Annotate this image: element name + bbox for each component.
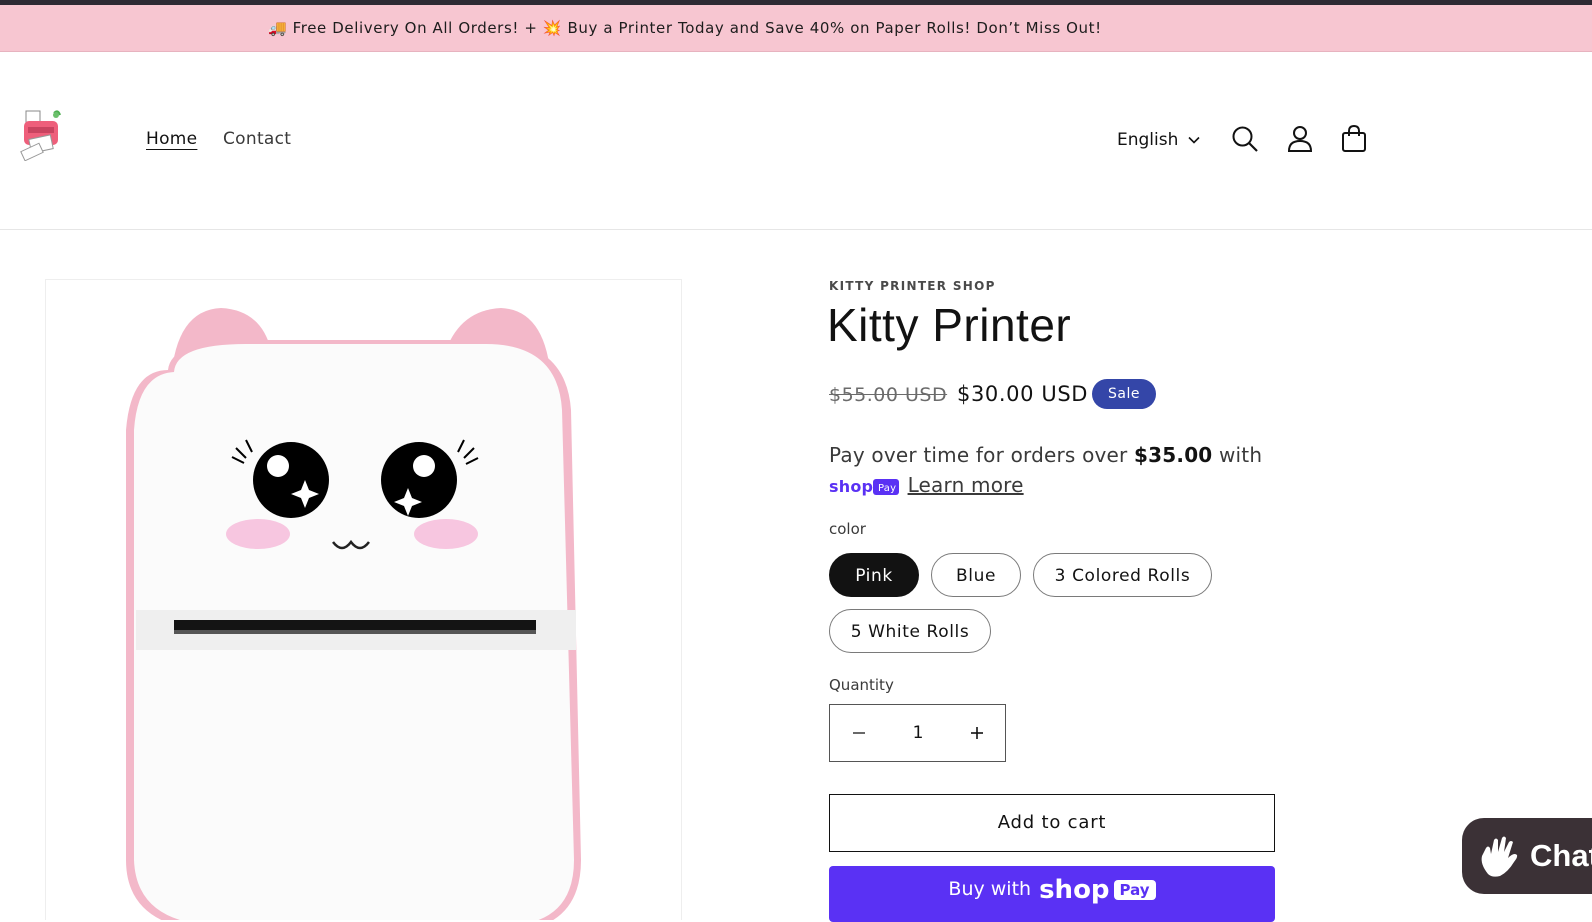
announcement-bar: 🚚 Free Delivery On All Orders! + 💥 Buy a… (0, 5, 1592, 52)
chevron-down-icon (1188, 136, 1200, 144)
quantity-label: Quantity (829, 676, 894, 694)
buy-now-prefix: Buy with (948, 878, 1032, 900)
language-label: English (1117, 130, 1179, 150)
store-logo[interactable] (18, 109, 64, 161)
product-title: Kitty Printer (827, 299, 1072, 351)
price-sale: $30.00 USD (957, 382, 1089, 406)
color-option-3-colored-rolls[interactable]: 3 Colored Rolls (1033, 553, 1212, 597)
waving-hand-icon (1481, 836, 1518, 877)
learn-more-link[interactable]: Learn more (908, 473, 1024, 497)
svg-text:shop: shop (829, 477, 873, 496)
quantity-input[interactable] (888, 705, 948, 761)
product-image[interactable] (46, 280, 681, 920)
installments-amount: $35.00 (1134, 443, 1213, 467)
nav-home-link[interactable]: Home (146, 129, 197, 149)
color-option-label: color (829, 520, 866, 538)
quantity-decrease-button[interactable] (830, 705, 888, 761)
site-header: Home Contact English (0, 51, 1592, 230)
plus-icon (971, 727, 983, 739)
installments-suffix: with (1212, 443, 1263, 467)
installments-message: Pay over time for orders over $35.00 wit… (829, 440, 1289, 500)
chat-widget-button[interactable]: Chat (1462, 818, 1592, 894)
chat-label: Chat (1530, 838, 1592, 873)
installments-prefix: Pay over time for orders over (829, 443, 1135, 467)
shop-pay-logo-icon: shop Pay (829, 477, 899, 496)
quantity-stepper (829, 704, 1006, 762)
search-icon[interactable] (1230, 124, 1260, 154)
nav-contact-link[interactable]: Contact (223, 129, 291, 149)
color-option-5-white-rolls[interactable]: 5 White Rolls (829, 609, 991, 653)
shop-brand-text: shop (1039, 875, 1110, 905)
language-selector[interactable]: English (1117, 130, 1200, 150)
color-option-pink[interactable]: Pink (829, 553, 919, 597)
product-vendor: KITTY PRINTER SHOP (829, 279, 996, 293)
shop-pay-brand: shop Pay (1039, 875, 1156, 905)
announcement-text: 🚚 Free Delivery On All Orders! + 💥 Buy a… (268, 19, 1102, 37)
pay-brand-tag: Pay (1113, 880, 1156, 900)
quantity-increase-button[interactable] (948, 705, 1006, 761)
sale-badge: Sale (1092, 379, 1156, 409)
account-icon[interactable] (1285, 124, 1315, 154)
product-image-gallery[interactable] (45, 279, 682, 920)
price-original: $55.00 USD (829, 384, 948, 406)
cart-icon[interactable] (1339, 124, 1369, 154)
svg-text:Pay: Pay (878, 483, 896, 494)
buy-with-shop-pay-button[interactable]: Buy with shop Pay (829, 866, 1275, 922)
color-option-blue[interactable]: Blue (931, 553, 1021, 597)
add-to-cart-button[interactable]: Add to cart (829, 794, 1275, 852)
minus-icon (853, 732, 865, 734)
